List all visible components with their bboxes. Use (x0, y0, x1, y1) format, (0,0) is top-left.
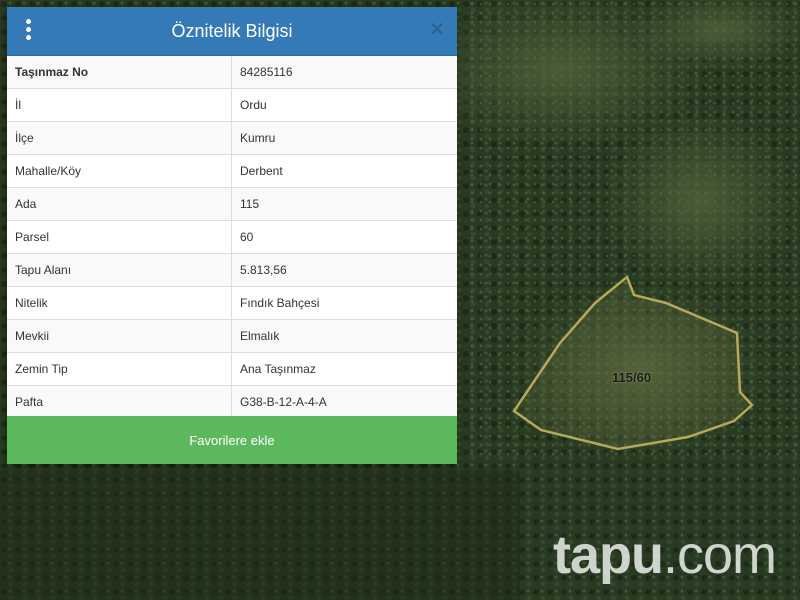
attribute-value: Derbent (231, 154, 457, 188)
table-row: Nitelik Fındık Bahçesi (7, 286, 457, 320)
attribute-key: Parsel (7, 220, 232, 254)
table-row: İl Ordu (7, 88, 457, 122)
attribute-value: Kumru (231, 121, 457, 155)
table-row: Zemin Tip Ana Taşınmaz (7, 352, 457, 386)
table-row: Taşınmaz No 84285116 (7, 56, 457, 89)
attribute-value: 60 (231, 220, 457, 254)
watermark-domain: .com (662, 525, 777, 585)
table-row: Mahalle/Köy Derbent (7, 154, 457, 188)
attribute-value: Ana Taşınmaz (231, 352, 457, 386)
popup-header: Öznitelik Bilgisi ✕ (7, 7, 457, 56)
attribute-key: Mahalle/Köy (7, 154, 232, 188)
attribute-value: Ordu (231, 88, 457, 122)
close-icon[interactable]: ✕ (427, 20, 447, 40)
attribute-key: İl (7, 88, 232, 122)
table-row: Ada 115 (7, 187, 457, 221)
attribute-key: Ada (7, 187, 232, 221)
table-row: Mevkii Elmalık (7, 319, 457, 353)
parcel-label: 115/60 (612, 370, 652, 385)
attribute-key: Tapu Alanı (7, 253, 232, 287)
attribute-key: Mevkii (7, 319, 232, 353)
popup-title: Öznitelik Bilgisi (171, 21, 293, 41)
attribute-popup: Öznitelik Bilgisi ✕ Taşınmaz No 84285116 İ… (7, 7, 457, 464)
attribute-value: 5.813,56 (231, 253, 457, 287)
attribute-key: Pafta (7, 385, 232, 418)
tapu-logo-watermark: tapu.com (552, 525, 777, 585)
map-view[interactable]: 115/60 tapu.com Öznitelik Bilgisi ✕ Taşı… (0, 0, 800, 600)
attribute-value: Elmalık (231, 319, 457, 353)
attribute-value: 84285116 (231, 56, 457, 89)
table-row: Tapu Alanı 5.813,56 (7, 253, 457, 287)
more-vert-icon[interactable] (21, 19, 37, 43)
attribute-key: Zemin Tip (7, 352, 232, 386)
attribute-key: Taşınmaz No (7, 56, 232, 89)
attribute-key: Nitelik (7, 286, 232, 320)
attribute-value: 115 (231, 187, 457, 221)
add-to-favorites-button[interactable]: Favorilere ekle (7, 416, 457, 464)
attribute-table: Taşınmaz No 84285116 İl Ordu İlçe Kumru Mahall… (7, 56, 457, 418)
table-row: Parsel 60 (7, 220, 457, 254)
table-row: Pafta G38-B-12-A-4-A (7, 385, 457, 418)
table-row: İlçe Kumru (7, 121, 457, 155)
attribute-value: G38-B-12-A-4-A (231, 385, 457, 418)
attribute-key: İlçe (7, 121, 232, 155)
watermark-text: tapu (552, 525, 664, 585)
attribute-value: Fındık Bahçesi (231, 286, 457, 320)
